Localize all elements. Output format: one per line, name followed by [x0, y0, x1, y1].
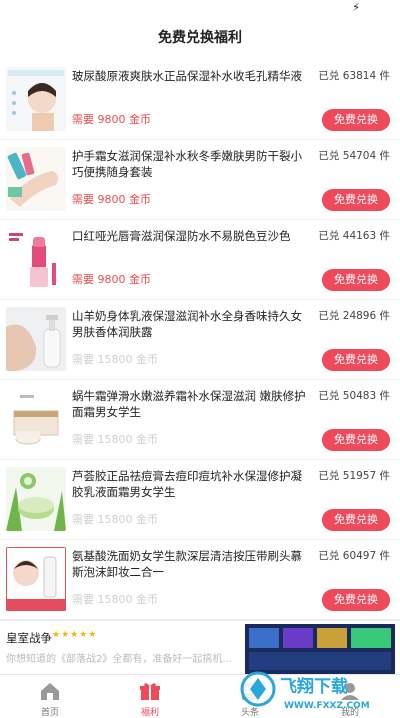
product-item[interactable]: 氨基酸洗面奶女学生款深层清洁按压带刷头慕斯泡沫卸妆二合一 已兑 60497 件 … — [0, 540, 400, 620]
sold-count: 已兑 24896 件 — [318, 310, 390, 322]
product-item[interactable]: 玻尿酸原液爽肤水正品保湿补水收毛孔精华液 已兑 63814 件 需要 9800 … — [0, 60, 400, 140]
product-item[interactable]: 口红哑光唇膏滋润保湿防水不易脱色豆沙色 已兑 44163 件 需要 9800 金… — [0, 220, 400, 300]
tab-label: 首页 — [40, 708, 59, 718]
home-icon — [38, 681, 62, 701]
redeem-button[interactable]: 免费兑换 — [322, 269, 390, 291]
charging-icon: ⚡ — [352, 1, 360, 14]
product-title: 山羊奶身体乳液保湿滋润补水全身香味持久女男肤香体润肤露 — [72, 309, 302, 339]
product-thumbnail — [6, 467, 66, 531]
product-price: 需要 15800 金币 — [72, 433, 158, 446]
redeem-button[interactable]: 免费兑换 — [322, 509, 390, 531]
product-title: 口红哑光唇膏滋润保湿防水不易脱色豆沙色 — [72, 229, 291, 243]
redeem-button[interactable]: 免费兑换 — [322, 109, 390, 131]
sold-count: 已兑 44163 件 — [318, 230, 390, 242]
page-title: 免费兑换福利 — [158, 30, 242, 46]
product-title: 护手霜女滋润保湿补水秋冬季嫩肤男防干裂小巧便携随身套装 — [72, 149, 302, 179]
sold-count: 已兑 50483 件 — [318, 390, 390, 402]
product-thumbnail — [6, 67, 66, 131]
redeem-button[interactable]: 免费兑换 — [322, 589, 390, 611]
tab-label: 福利 — [140, 708, 159, 718]
site-watermark: 飞翔下载 WWW.FXXZ.COM — [238, 664, 398, 714]
status-bar: ⚡ — [0, 0, 400, 16]
ad-title: 皇室战争 — [6, 631, 52, 645]
redeem-button[interactable]: 免费兑换 — [322, 429, 390, 451]
product-thumbnail — [6, 387, 66, 451]
product-title: 蜗牛霜弹滑水嫩滋养霜补水保湿滋润 嫩肤修护面霜男女学生 — [72, 389, 306, 419]
product-price: 需要 15800 金币 — [72, 353, 158, 366]
tab-home[interactable]: 首页 — [0, 675, 100, 718]
gift-icon — [138, 681, 162, 701]
product-item[interactable]: 芦荟胶正品祛痘膏去痘印痘坑补水保湿修护凝胶乳液面霜男女学生 已兑 51957 件… — [0, 460, 400, 540]
product-thumbnail — [6, 147, 66, 211]
product-title: 玻尿酸原液爽肤水正品保湿补水收毛孔精华液 — [72, 69, 302, 83]
rating-stars-icon: ★★★★★ — [52, 630, 98, 640]
redeem-button[interactable]: 免费兑换 — [322, 349, 390, 371]
sold-count: 已兑 63814 件 — [318, 70, 390, 82]
redeem-button[interactable]: 免费兑换 — [322, 189, 390, 211]
product-price: 需要 9800 金币 — [72, 273, 151, 286]
sold-count: 已兑 60497 件 — [318, 550, 390, 562]
product-thumbnail — [6, 547, 66, 611]
product-item[interactable]: 蜗牛霜弹滑水嫩滋养霜补水保湿滋润 嫩肤修护面霜男女学生 已兑 50483 件 需… — [0, 380, 400, 460]
product-thumbnail — [6, 227, 66, 291]
nav-bar: 免费兑换福利 — [0, 16, 400, 60]
product-price: 需要 15800 金币 — [72, 593, 158, 606]
sold-count: 已兑 54704 件 — [318, 150, 390, 162]
product-item[interactable]: 护手霜女滋润保湿补水秋冬季嫩肤男防干裂小巧便携随身套装 已兑 54704 件 需… — [0, 140, 400, 220]
watermark-url: WWW.FXXZ.COM — [284, 701, 370, 711]
product-title: 芦荟胶正品祛痘膏去痘印痘坑补水保湿修护凝胶乳液面霜男女学生 — [72, 469, 302, 499]
product-price: 需要 9800 金币 — [72, 113, 151, 126]
product-item[interactable]: 山羊奶身体乳液保湿滋润补水全身香味持久女男肤香体润肤露 已兑 24896 件 需… — [0, 300, 400, 380]
product-title: 氨基酸洗面奶女学生款深层清洁按压带刷头慕斯泡沫卸妆二合一 — [72, 549, 302, 579]
product-price: 需要 15800 金币 — [72, 513, 158, 526]
product-list: 玻尿酸原液爽肤水正品保湿补水收毛孔精华液 已兑 63814 件 需要 9800 … — [0, 60, 400, 620]
watermark-text: 飞翔下载 — [280, 676, 348, 697]
product-price: 需要 9800 金币 — [72, 193, 151, 206]
ad-description: 你想知道的《部落战2》全都有，准备好一起搞机... — [6, 654, 232, 665]
sold-count: 已兑 51957 件 — [318, 470, 390, 482]
product-thumbnail — [6, 307, 66, 371]
tab-welfare[interactable]: 福利 — [100, 675, 200, 718]
